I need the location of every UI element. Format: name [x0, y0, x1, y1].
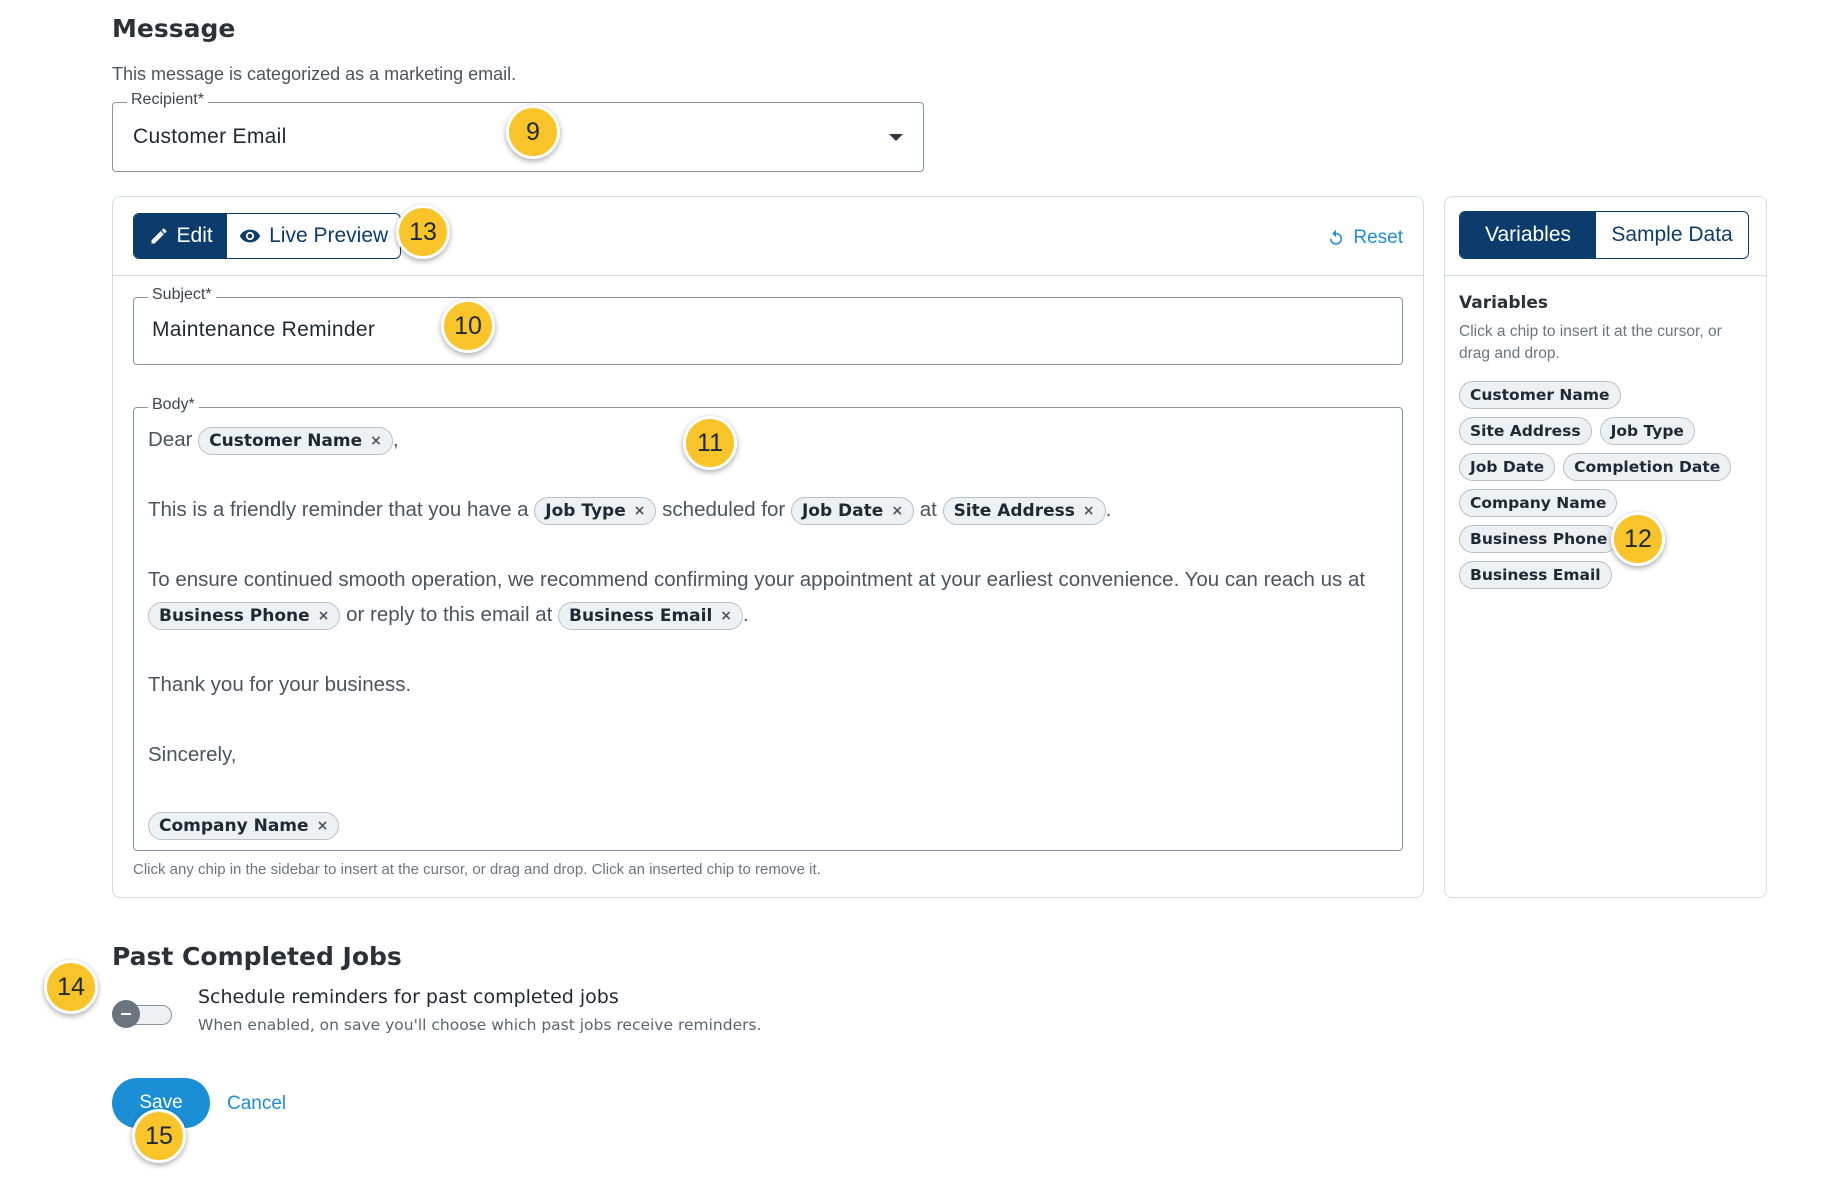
close-icon[interactable]: ×	[370, 429, 382, 453]
subject-value: Maintenance Reminder	[152, 318, 376, 341]
callout-marker: 14	[44, 960, 98, 1014]
subject-label: Subject*	[148, 286, 216, 304]
tab-live-preview[interactable]: Live Preview	[227, 214, 400, 258]
tab-edit[interactable]: Edit	[134, 214, 228, 258]
chip-label: Job Date	[801, 500, 884, 521]
tab-variables[interactable]: Variables	[1460, 212, 1597, 258]
tab-edit-label: Edit	[176, 224, 213, 247]
body-content[interactable]: Dear Customer Name ×, This is a friendly …	[148, 422, 1378, 842]
editor-mode-toggle: Edit Live Preview	[133, 213, 401, 259]
undo-icon	[1330, 229, 1343, 245]
body-text-run: Dear	[148, 428, 193, 451]
callout-marker: 12	[1611, 512, 1665, 566]
variable-chip[interactable]: Job Type	[1599, 417, 1695, 445]
body-paragraph: Company Name ×	[148, 807, 1378, 842]
variable-chip-list: Customer Name Site Address Job Type Job …	[1459, 381, 1755, 589]
variable-chip[interactable]: Job Date	[1459, 453, 1556, 481]
subject-input[interactable]: Subject* Maintenance Reminder	[133, 286, 1403, 365]
sidebar-title: Variables	[1459, 293, 1549, 313]
chip-label: Job Type	[545, 500, 626, 521]
recipient-label: Recipient*	[127, 91, 208, 109]
callout-marker: 10	[441, 299, 495, 353]
callout-marker: 15	[132, 1109, 186, 1163]
body-text-run: at	[919, 498, 937, 521]
body-text-run: or reply to this email at	[346, 603, 553, 626]
tab-sample-data-label: Sample Data	[1611, 223, 1733, 246]
toggle-thumb	[112, 1000, 140, 1028]
body-paragraph: Dear Customer Name ×,	[148, 422, 1378, 457]
body-text-run: Sincerely,	[148, 743, 237, 766]
close-icon[interactable]: ×	[634, 499, 646, 523]
inserted-chip[interactable]: Job Date ×	[790, 496, 915, 525]
inserted-chip[interactable]: Business Email ×	[558, 601, 744, 630]
variable-chip[interactable]: Customer Name	[1459, 381, 1621, 409]
chip-label: Customer Name	[209, 430, 363, 451]
eye-icon	[240, 229, 261, 243]
tab-sample-data[interactable]: Sample Data	[1596, 212, 1748, 258]
inserted-chip[interactable]: Company Name ×	[148, 811, 340, 840]
body-paragraph: To ensure continued smooth operation, we…	[148, 562, 1378, 632]
close-icon[interactable]: ×	[318, 604, 330, 628]
close-icon[interactable]: ×	[1083, 499, 1095, 523]
tab-live-preview-label: Live Preview	[269, 224, 389, 247]
body-text-run: This is a friendly reminder that you hav…	[148, 498, 529, 521]
chip-label: Company Name	[159, 815, 309, 836]
body-paragraph: This is a friendly reminder that you hav…	[148, 492, 1378, 527]
caret-down-icon[interactable]	[889, 134, 903, 141]
inserted-chip[interactable]: Job Type ×	[534, 496, 657, 525]
past-jobs-toggle-label: Schedule reminders for past completed jo…	[198, 986, 619, 1008]
chip-label: Site Address	[953, 500, 1075, 521]
close-icon[interactable]: ×	[317, 814, 329, 838]
pencil-icon	[151, 228, 167, 244]
close-icon[interactable]: ×	[891, 499, 903, 523]
body-paragraph: Sincerely,	[148, 737, 1378, 772]
reset-label: Reset	[1353, 227, 1403, 248]
inserted-chip[interactable]: Business Phone ×	[148, 601, 341, 630]
sidebar-tab-toggle: Variables Sample Data	[1459, 211, 1749, 259]
body-label: Body*	[148, 396, 199, 414]
reset-button[interactable]: Reset	[1327, 227, 1403, 249]
body-text-run: .	[1105, 498, 1112, 521]
message-subtitle: This message is categorized as a marketi…	[112, 64, 517, 84]
body-text-run: ,	[392, 428, 399, 451]
tab-variables-label: Variables	[1485, 223, 1572, 246]
past-jobs-title: Past Completed Jobs	[112, 942, 402, 971]
body-text-run: scheduled for	[662, 498, 786, 521]
body-helper-text: Click any chip in the sidebar to insert …	[133, 861, 821, 878]
variables-sidebar: Variables Sample Data Variables Click a …	[1444, 196, 1767, 898]
body-text-run: .	[743, 603, 749, 626]
callout-marker: 9	[506, 105, 560, 159]
callout-marker: 11	[683, 416, 737, 470]
past-jobs-toggle-help: When enabled, on save you'll choose whic…	[198, 1016, 762, 1034]
variable-chip[interactable]: Business Phone	[1459, 525, 1619, 553]
editor-header-divider	[113, 275, 1423, 276]
sidebar-description: Click a chip to insert it at the cursor,…	[1459, 323, 1722, 362]
cancel-button[interactable]: Cancel	[227, 1093, 286, 1115]
variable-chip[interactable]: Completion Date	[1563, 453, 1732, 481]
inserted-chip[interactable]: Customer Name ×	[198, 426, 393, 455]
variable-chip[interactable]: Site Address	[1459, 417, 1592, 445]
recipient-value: Customer Email	[133, 125, 287, 148]
body-editor[interactable]: Body* Dear Customer Name ×, This is a fri…	[133, 396, 1403, 851]
body-text-run: Thank you for your business.	[148, 673, 412, 696]
body-paragraph: Thank you for your business.	[148, 667, 1378, 702]
chip-label: Business Email	[569, 605, 713, 626]
variable-chip[interactable]: Company Name	[1459, 489, 1618, 517]
body-text-run: To ensure continued smooth operation, we…	[148, 568, 1366, 591]
past-jobs-toggle[interactable]	[112, 1000, 174, 1028]
inserted-chip[interactable]: Site Address ×	[942, 496, 1106, 525]
message-editor-card: Edit Live Preview Reset Subject* Mainten…	[112, 196, 1424, 898]
sidebar-header-divider	[1445, 275, 1766, 276]
callout-marker: 13	[396, 205, 450, 259]
variable-chip[interactable]: Business Email	[1459, 561, 1612, 589]
chip-label: Business Phone	[159, 605, 310, 626]
close-icon[interactable]: ×	[720, 604, 732, 628]
message-section-title: Message	[112, 14, 236, 43]
